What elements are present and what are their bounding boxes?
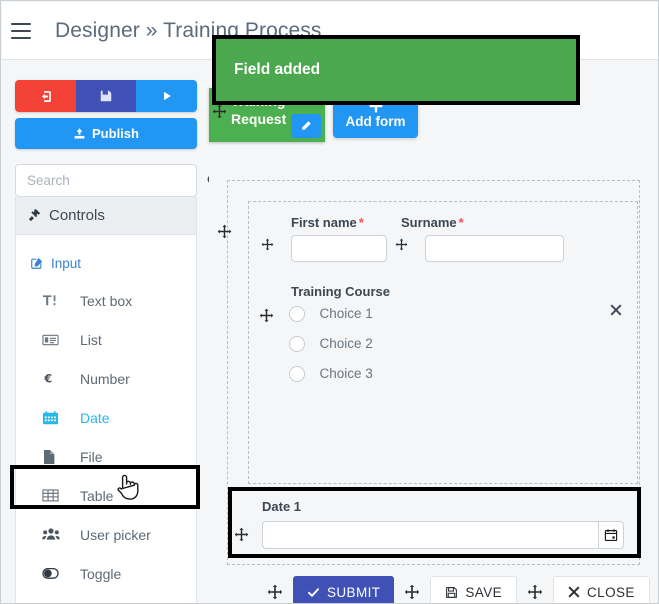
control-item-label: Table [80, 487, 114, 504]
designer-canvas: Training Request Add form First name * S… [209, 60, 658, 603]
edit-square-icon [30, 256, 44, 270]
save-label: SAVE [465, 584, 503, 600]
close-label: CLOSE [587, 584, 635, 600]
training-course-label: Training Course [291, 284, 390, 299]
control-item-toggle[interactable]: Toggle [16, 554, 196, 593]
upload-icon [73, 127, 86, 140]
control-item-date[interactable]: Date [16, 398, 196, 437]
controls-header-label: Controls [49, 207, 105, 224]
control-item-file[interactable]: File [16, 437, 196, 476]
radio-button[interactable] [289, 335, 305, 352]
svg-text:€: € [43, 373, 52, 386]
close-x-icon[interactable] [610, 304, 622, 316]
move-handle-icon[interactable] [217, 224, 232, 239]
check-icon [307, 586, 320, 599]
move-handle-icon[interactable] [259, 308, 274, 323]
run-button[interactable] [136, 80, 197, 112]
choice-row[interactable]: Choice 1 [289, 305, 373, 323]
submit-label: SUBMIT [327, 584, 381, 600]
control-item-label: Date [80, 409, 110, 426]
text-cursor-icon [42, 293, 64, 308]
control-item-label: Number [80, 370, 130, 387]
control-item-label: User picker [80, 526, 151, 543]
form-action-buttons: SUBMIT SAVE CLOSE [267, 576, 650, 603]
choice-row[interactable]: Choice 3 [289, 365, 373, 383]
first-name-input[interactable] [291, 235, 387, 262]
search-input[interactable] [16, 172, 206, 189]
move-handle-icon[interactable] [212, 104, 227, 119]
required-marker: * [458, 215, 464, 230]
control-item-label: Text box [80, 292, 133, 309]
controls-list: Input Text box List € Number Date File T… [15, 235, 197, 603]
back-button[interactable] [15, 80, 76, 112]
table-icon [42, 488, 64, 503]
choice-label: Choice 3 [319, 366, 373, 382]
radio-button[interactable] [289, 305, 305, 322]
date1-input-group[interactable] [262, 521, 624, 549]
move-handle-icon[interactable] [404, 584, 420, 600]
toast-notification: Field added [216, 39, 576, 101]
radio-button[interactable] [289, 365, 305, 382]
toast-message: Field added [234, 61, 321, 78]
designer-toolbar [15, 80, 197, 112]
users-icon [42, 527, 64, 542]
close-x-icon [568, 586, 580, 598]
save-form-button[interactable]: SAVE [430, 576, 518, 603]
list-icon [42, 333, 64, 347]
date1-input[interactable] [262, 521, 598, 549]
control-item-list[interactable]: List [16, 320, 196, 359]
floppy-disk-icon [445, 586, 458, 599]
euro-icon: € [42, 371, 64, 386]
file-icon [42, 449, 64, 465]
hammer-icon [27, 208, 42, 223]
close-form-button[interactable]: CLOSE [553, 576, 650, 603]
choice-row[interactable]: Choice 2 [289, 335, 373, 353]
surname-label: Surname * [401, 215, 464, 230]
form-canvas-outer: First name * Surname * Training Course C… [217, 180, 641, 565]
hamburger-icon[interactable] [11, 22, 31, 39]
choice-label: Choice 1 [319, 306, 373, 322]
control-item-number[interactable]: € Number [16, 359, 196, 398]
choice-label: Choice 2 [319, 336, 373, 352]
left-panel: Publish Controls [2, 60, 220, 603]
control-item-user-picker[interactable]: User picker [16, 515, 196, 554]
controls-group-input[interactable]: Input [16, 245, 196, 281]
move-handle-icon[interactable] [261, 238, 274, 251]
control-item-label: File [80, 448, 103, 465]
controls-section-header[interactable]: Controls [15, 197, 197, 235]
date1-label: Date 1 [262, 499, 302, 514]
control-item-label: List [80, 331, 102, 348]
pencil-icon[interactable] [291, 114, 321, 138]
move-handle-icon[interactable] [267, 584, 283, 600]
publish-button[interactable]: Publish [15, 118, 197, 149]
calendar-icon[interactable] [598, 521, 624, 549]
move-handle-icon[interactable] [527, 584, 543, 600]
add-form-label: Add form [345, 114, 406, 129]
control-item-label: Toggle [80, 565, 122, 582]
calendar-icon [42, 410, 64, 426]
save-button[interactable] [75, 80, 137, 112]
first-name-label: First name * [291, 215, 364, 230]
form-canvas-inner: First name * Surname * Training Course C… [217, 201, 638, 484]
move-handle-icon[interactable] [395, 238, 408, 251]
controls-group-label: Input [51, 255, 82, 271]
control-item-text-box[interactable]: Text box [16, 281, 196, 320]
toggle-icon [42, 567, 64, 580]
surname-input[interactable] [425, 235, 564, 262]
submit-button[interactable]: SUBMIT [293, 576, 395, 603]
publish-label: Publish [92, 126, 139, 141]
search-box[interactable] [15, 164, 220, 197]
date-field-block: Date 1 [230, 489, 639, 556]
move-handle-icon[interactable] [234, 527, 249, 542]
control-item-table[interactable]: Table [16, 476, 196, 515]
required-marker: * [358, 215, 364, 230]
designer-app: Designer » Training Process Publish Sear… [0, 0, 659, 604]
